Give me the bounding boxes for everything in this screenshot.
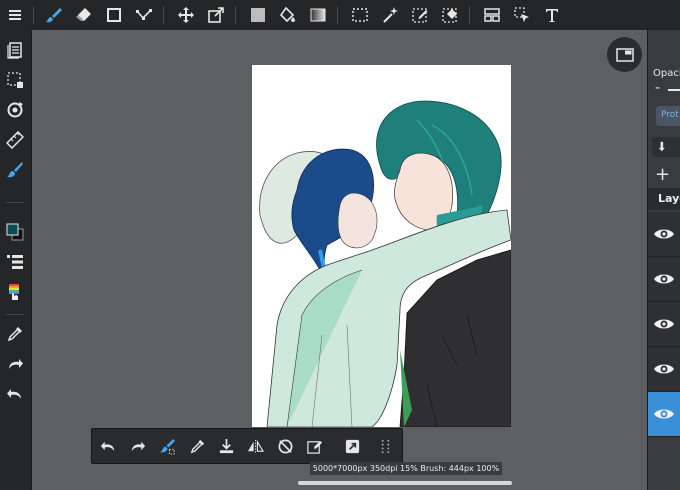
selection-edit-icon[interactable] bbox=[302, 434, 326, 458]
undo-icon[interactable] bbox=[96, 434, 120, 458]
brush-icon[interactable] bbox=[42, 3, 66, 27]
layer-row[interactable] bbox=[648, 257, 680, 302]
move-icon[interactable] bbox=[174, 3, 198, 27]
eye-icon[interactable] bbox=[653, 272, 675, 286]
export-icon[interactable] bbox=[340, 434, 364, 458]
eye-icon[interactable] bbox=[653, 407, 675, 421]
toolbar-separator bbox=[337, 6, 338, 24]
edit-node-icon[interactable] bbox=[132, 3, 156, 27]
left-toolbar bbox=[0, 30, 32, 490]
undo-icon[interactable] bbox=[3, 382, 27, 406]
select-eraser-icon[interactable] bbox=[438, 3, 462, 27]
toolbar-separator bbox=[6, 202, 24, 203]
redo-icon[interactable] bbox=[3, 352, 27, 376]
artwork-illustration bbox=[259, 100, 511, 427]
fill-tool-icon[interactable] bbox=[155, 434, 179, 458]
fill-color-icon[interactable] bbox=[246, 3, 270, 27]
eyedropper-icon[interactable] bbox=[3, 322, 27, 346]
layer-move-button[interactable] bbox=[652, 137, 680, 157]
magic-wand-icon[interactable] bbox=[378, 3, 402, 27]
protect-label: Prot bbox=[661, 110, 679, 120]
page-icon[interactable] bbox=[3, 38, 27, 62]
opacity-slider[interactable] bbox=[668, 89, 680, 91]
bucket-icon[interactable] bbox=[276, 3, 300, 27]
gradient-icon[interactable] bbox=[306, 3, 330, 27]
layers-icon[interactable] bbox=[3, 250, 27, 274]
eye-icon[interactable] bbox=[653, 362, 675, 376]
layer-row[interactable] bbox=[648, 302, 680, 347]
selection-icon[interactable] bbox=[348, 3, 372, 27]
home-indicator[interactable] bbox=[298, 481, 512, 485]
toolbar-separator bbox=[469, 6, 470, 24]
layer-row[interactable] bbox=[648, 347, 680, 392]
color-icon[interactable] bbox=[3, 220, 27, 244]
selection-area-icon[interactable] bbox=[3, 68, 27, 92]
protect-alpha-button[interactable]: Prot bbox=[656, 106, 680, 126]
quick-toolbar bbox=[91, 428, 403, 464]
redo-icon[interactable] bbox=[125, 434, 149, 458]
navigator-button[interactable] bbox=[607, 37, 642, 72]
add-layer-label: + bbox=[655, 164, 671, 185]
save-icon[interactable] bbox=[214, 434, 238, 458]
add-layer-button[interactable]: + bbox=[652, 164, 680, 186]
object-select-icon[interactable] bbox=[510, 3, 534, 27]
layer-row[interactable] bbox=[648, 212, 680, 257]
flip-icon[interactable] bbox=[243, 434, 267, 458]
eye-icon[interactable] bbox=[653, 317, 675, 331]
menu-icon[interactable] bbox=[3, 3, 27, 27]
opacity-label: Opacity bbox=[653, 68, 680, 79]
text-icon[interactable] bbox=[540, 3, 564, 27]
ruler-icon[interactable] bbox=[3, 128, 27, 152]
palette-icon[interactable] bbox=[3, 280, 27, 304]
rotate-icon[interactable] bbox=[3, 98, 27, 122]
grid-icon[interactable] bbox=[373, 434, 397, 458]
brush-settings-icon[interactable] bbox=[3, 158, 27, 182]
navigator-icon bbox=[615, 47, 634, 62]
eraser-icon[interactable] bbox=[72, 3, 96, 27]
toolbar-separator bbox=[163, 6, 164, 24]
select-pen-icon[interactable] bbox=[408, 3, 432, 27]
opacity-decrease-button[interactable]: - bbox=[655, 80, 660, 96]
layout-icon[interactable] bbox=[480, 3, 504, 27]
eye-icon[interactable] bbox=[653, 227, 675, 241]
status-bar: 5000*7000px 350dpi 15% Brush: 444px 100% bbox=[310, 462, 502, 475]
drawing-canvas[interactable] bbox=[252, 65, 511, 427]
top-toolbar bbox=[0, 0, 680, 30]
layer-header: Layer bbox=[658, 192, 680, 205]
toolbar-separator bbox=[235, 6, 236, 24]
eyedropper-icon[interactable] bbox=[185, 434, 209, 458]
transform-icon[interactable] bbox=[204, 3, 228, 27]
toolbar-separator bbox=[33, 6, 34, 24]
merge-down-icon bbox=[658, 141, 665, 152]
rotate-reset-icon[interactable] bbox=[273, 434, 297, 458]
layer-row-selected[interactable] bbox=[648, 392, 680, 437]
toolbar-separator bbox=[6, 314, 24, 315]
rectangle-icon[interactable] bbox=[102, 3, 126, 27]
